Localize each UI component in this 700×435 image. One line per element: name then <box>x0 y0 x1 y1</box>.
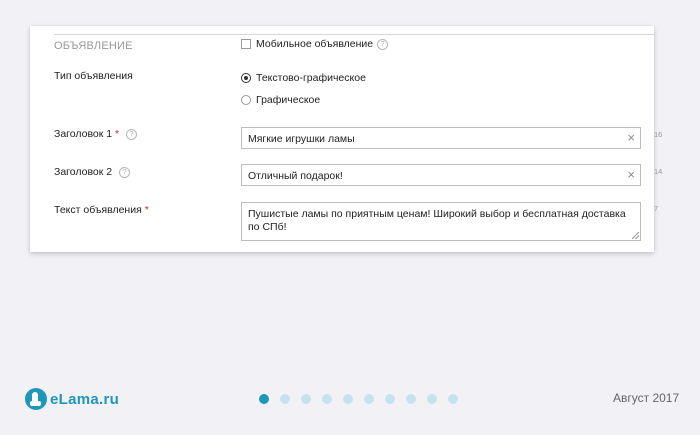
mobile-ad-checkbox-row[interactable]: Мобильное объявление ? <box>241 38 389 50</box>
elama-logo: eLama.ru <box>25 388 119 410</box>
text-label-row: Текст объявления * <box>54 204 149 216</box>
llama-icon <box>25 388 47 410</box>
slide-pagination <box>259 394 469 404</box>
pagination-dot[interactable] <box>301 394 311 404</box>
radio-button[interactable] <box>241 95 251 105</box>
pagination-dot[interactable] <box>343 394 353 404</box>
resize-handle-icon[interactable] <box>632 232 639 239</box>
radio-button-selected[interactable] <box>241 73 251 83</box>
logo-text: eLama.ru <box>50 390 120 408</box>
ad-text-textarea[interactable]: Пушистые ламы по приятным ценам! Широкий… <box>241 202 641 241</box>
pagination-dot[interactable] <box>385 394 395 404</box>
date-label: Август 2017 <box>613 391 680 405</box>
title1-label: Заголовок 1 <box>54 128 113 140</box>
help-icon[interactable]: ? <box>126 129 138 140</box>
title2-label: Заголовок 2 <box>54 166 113 178</box>
pagination-dot[interactable] <box>448 394 458 404</box>
radio-label: Графическое <box>256 94 321 106</box>
pagination-dot[interactable] <box>322 394 332 404</box>
mobile-ad-checkbox[interactable] <box>241 39 251 49</box>
section-title: ОБЪЯВЛЕНИЕ <box>54 40 133 52</box>
clear-icon[interactable]: × <box>627 131 635 145</box>
title1-counter: 16 <box>654 130 663 139</box>
pagination-dot[interactable] <box>427 394 437 404</box>
required-mark: * <box>144 204 149 216</box>
ad-type-label: Тип объявления <box>54 70 133 82</box>
radio-graphic[interactable]: Графическое <box>241 94 320 106</box>
text-label: Текст объявления <box>54 204 142 216</box>
ad-form-card: ОБЪЯВЛЕНИЕ Мобильное объявление ? Тип об… <box>30 26 662 252</box>
text-counter: 7 <box>654 204 659 213</box>
pagination-dot[interactable] <box>406 394 416 404</box>
ad-text-value: Пушистые ламы по приятным ценам! Широкий… <box>248 208 626 233</box>
title1-input[interactable]: Мягкие игрушки ламы × <box>241 127 641 149</box>
required-mark: * <box>115 128 120 140</box>
help-icon[interactable]: ? <box>119 167 131 178</box>
title2-input[interactable]: Отличный подарок! × <box>241 164 641 186</box>
radio-label: Текстово-графическое <box>256 72 366 84</box>
title1-label-row: Заголовок 1 * ? <box>54 128 138 140</box>
title2-label-row: Заголовок 2 ? <box>54 166 131 178</box>
help-icon[interactable]: ? <box>377 38 389 50</box>
pagination-dot[interactable] <box>364 394 374 404</box>
pagination-dot[interactable] <box>280 394 290 404</box>
title2-value: Отличный подарок! <box>248 170 343 182</box>
clear-icon[interactable]: × <box>627 168 635 182</box>
radio-text-graphic[interactable]: Текстово-графическое <box>241 72 366 84</box>
title1-value: Мягкие игрушки ламы <box>248 133 355 145</box>
divider <box>54 34 654 35</box>
mobile-ad-label: Мобильное объявление <box>256 38 374 50</box>
title2-counter: 14 <box>654 167 663 176</box>
pagination-dot[interactable] <box>259 394 269 404</box>
